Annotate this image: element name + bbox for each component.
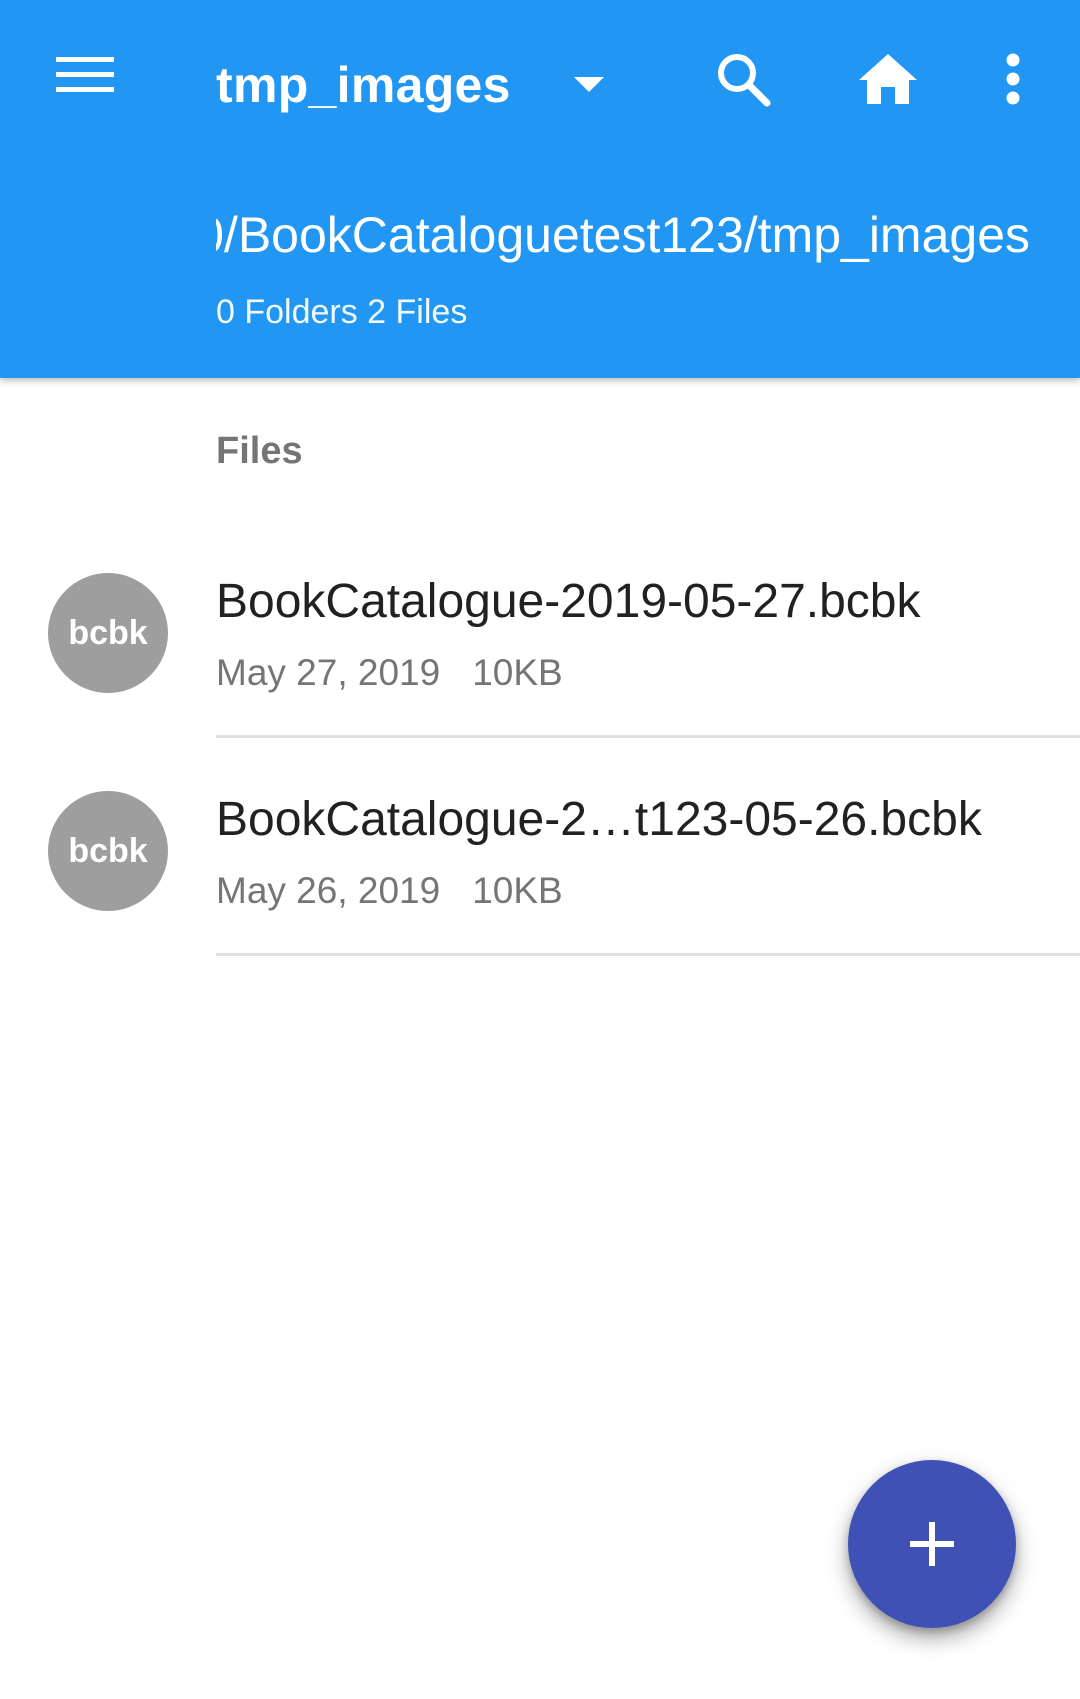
menu-icon xyxy=(56,57,114,92)
search-icon xyxy=(718,54,771,107)
file-meta: May 27, 2019 10KB xyxy=(216,650,563,696)
file-type-avatar: bcbk xyxy=(48,573,168,693)
file-name: BookCatalogue-2019-05-27.bcbk xyxy=(216,575,921,628)
folder-title-dropdown[interactable]: tmp_images xyxy=(216,40,636,130)
files-section-header: Files xyxy=(216,430,303,472)
file-size: 10KB xyxy=(472,870,563,911)
add-icon xyxy=(910,1522,954,1566)
path-text: /storage/emulated/0/BookCataloguetest123… xyxy=(216,207,1030,263)
row-divider xyxy=(216,953,1080,956)
file-name: BookCatalogue-2…t123-05-26.bcbk xyxy=(216,793,982,846)
home-button[interactable] xyxy=(843,34,933,124)
file-date: May 27, 2019 xyxy=(216,652,441,693)
file-date: May 26, 2019 xyxy=(216,870,441,911)
add-fab-button[interactable] xyxy=(848,1460,1016,1628)
app-bar: tmp_images /storage/emulated/0/BookCatal… xyxy=(0,0,1080,378)
dropdown-arrow-icon xyxy=(574,77,604,92)
file-list-item[interactable]: bcbk BookCatalogue-2019-05-27.bcbk May 2… xyxy=(0,520,1080,738)
search-button[interactable] xyxy=(698,34,788,124)
breadcrumb-path[interactable]: /storage/emulated/0/BookCataloguetest123… xyxy=(216,200,1036,270)
file-meta: May 26, 2019 10KB xyxy=(216,868,563,914)
file-size: 10KB xyxy=(472,652,563,693)
folder-file-count: 0 Folders 2 Files xyxy=(216,293,468,331)
more-vert-icon xyxy=(1006,53,1020,105)
menu-button[interactable] xyxy=(40,30,130,120)
more-options-button[interactable] xyxy=(968,34,1058,124)
home-icon xyxy=(859,54,917,104)
folder-title: tmp_images xyxy=(216,57,511,113)
file-list-item[interactable]: bcbk BookCatalogue-2…t123-05-26.bcbk May… xyxy=(0,738,1080,956)
file-type-avatar: bcbk xyxy=(48,791,168,911)
